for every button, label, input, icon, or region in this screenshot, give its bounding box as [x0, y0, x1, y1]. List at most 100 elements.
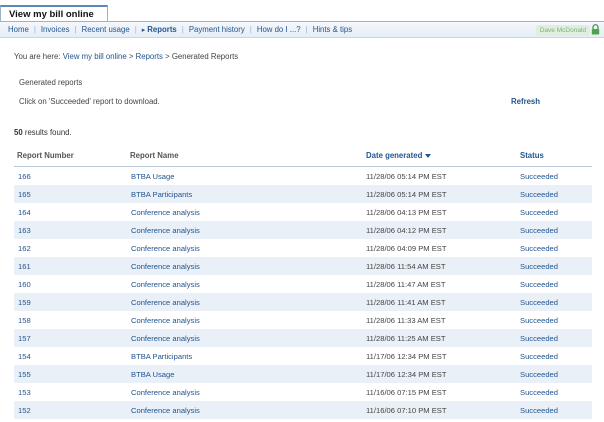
breadcrumb-separator: >	[128, 52, 134, 61]
refresh-link[interactable]: Refresh	[511, 97, 540, 106]
column-header-status: Status	[520, 151, 544, 160]
date-generated-cell: 11/16/06 07:15 PM EST	[366, 388, 447, 397]
lock-icon	[591, 24, 600, 35]
table-row: 152 Conference analysis 11/16/06 07:10 PM …	[14, 401, 592, 419]
user-name: Dave McDonald	[535, 25, 590, 36]
date-generated-cell: 11/17/06 12:34 PM EST	[366, 352, 447, 361]
breadcrumb-view-my-bill-online[interactable]: View my bill online	[63, 52, 127, 61]
report-name-cell[interactable]: BTBA Usage	[131, 370, 174, 379]
status-cell[interactable]: Succeeded	[520, 208, 558, 217]
status-cell[interactable]: Succeeded	[520, 172, 558, 181]
results-suffix: results found.	[24, 128, 72, 137]
status-cell[interactable]: Succeeded	[520, 406, 558, 415]
table-header: Report Number Report Name Date generated…	[14, 146, 592, 167]
table-row: 155 BTBA Usage 11/17/06 12:34 PM EST Succee…	[14, 365, 592, 383]
date-generated-cell: 11/28/06 11:33 AM EST	[366, 316, 446, 325]
table-row: 161 Conference analysis 11/28/06 11:54 AM …	[14, 257, 592, 275]
date-generated-cell: 11/28/06 11:25 AM EST	[366, 334, 446, 343]
status-cell[interactable]: Succeeded	[520, 190, 558, 199]
report-name-cell[interactable]: Conference analysis	[131, 208, 200, 217]
table-row: 166 BTBA Usage 11/28/06 05:14 PM EST Succee…	[14, 167, 592, 185]
breadcrumb: You are here: View my bill online > Repo…	[14, 52, 238, 61]
table-row: 154 BTBA Participants 11/17/06 12:34 PM ES…	[14, 347, 592, 365]
report-number-cell[interactable]: 164	[18, 208, 31, 217]
report-number-cell[interactable]: 163	[18, 226, 31, 235]
report-name-cell[interactable]: Conference analysis	[131, 388, 200, 397]
date-generated-cell: 11/28/06 11:41 AM EST	[366, 298, 446, 307]
nav-home[interactable]: Home	[6, 22, 34, 38]
top-bar: View my bill online	[0, 0, 604, 22]
report-number-cell[interactable]: 159	[18, 298, 31, 307]
table-row: 162 Conference analysis 11/28/06 04:09 PM …	[14, 239, 592, 257]
nav-reports[interactable]: Reports	[137, 22, 182, 38]
app-title-tab[interactable]: View my bill online	[0, 5, 108, 22]
column-header-date-generated[interactable]: Date generated	[366, 151, 432, 160]
sort-descending-icon	[425, 153, 432, 158]
nav-hints-tips[interactable]: Hints & tips	[308, 22, 357, 38]
date-generated-cell: 11/28/06 11:47 AM EST	[366, 280, 446, 289]
report-name-cell[interactable]: Conference analysis	[131, 280, 200, 289]
report-name-cell[interactable]: Conference analysis	[131, 334, 200, 343]
nav-invoices[interactable]: Invoices	[36, 22, 75, 38]
report-number-cell[interactable]: 161	[18, 262, 31, 271]
section-title: Generated reports	[19, 78, 83, 87]
table-row: 164 Conference analysis 11/28/06 04:13 PM …	[14, 203, 592, 221]
table-row: 153 Conference analysis 11/16/06 07:15 PM …	[14, 383, 592, 401]
table-row: 157 Conference analysis 11/28/06 11:25 AM …	[14, 329, 592, 347]
report-number-cell[interactable]: 153	[18, 388, 31, 397]
results-count: 50 results found.	[14, 128, 72, 137]
report-number-cell[interactable]: 166	[18, 172, 31, 181]
status-cell[interactable]: Succeeded	[520, 352, 558, 361]
report-name-cell[interactable]: Conference analysis	[131, 262, 200, 271]
nav-payment-history[interactable]: Payment history	[184, 22, 250, 38]
status-cell[interactable]: Succeeded	[520, 244, 558, 253]
main-nav: Home|Invoices|Recent usage|Reports|Payme…	[6, 22, 357, 38]
report-name-cell[interactable]: BTBA Participants	[131, 352, 192, 361]
status-cell[interactable]: Succeeded	[520, 370, 558, 379]
table-row: 163 Conference analysis 11/28/06 04:12 PM …	[14, 221, 592, 239]
breadcrumb-reports[interactable]: Reports	[136, 52, 163, 61]
status-cell[interactable]: Succeeded	[520, 226, 558, 235]
report-name-cell[interactable]: Conference analysis	[131, 226, 200, 235]
date-generated-cell: 11/28/06 11:54 AM EST	[366, 262, 446, 271]
report-name-cell[interactable]: Conference analysis	[131, 406, 200, 415]
date-generated-cell: 11/28/06 04:09 PM EST	[366, 244, 447, 253]
date-generated-cell: 11/16/06 07:10 PM EST	[366, 406, 447, 415]
report-number-cell[interactable]: 165	[18, 190, 31, 199]
report-name-cell[interactable]: Conference analysis	[131, 316, 200, 325]
status-cell[interactable]: Succeeded	[520, 298, 558, 307]
column-header-report-name: Report Name	[130, 151, 179, 160]
report-number-cell[interactable]: 162	[18, 244, 31, 253]
nav-recent-usage[interactable]: Recent usage	[77, 22, 135, 38]
status-cell[interactable]: Succeeded	[520, 334, 558, 343]
report-name-cell[interactable]: BTBA Participants	[131, 190, 192, 199]
date-generated-cell: 11/28/06 05:14 PM EST	[366, 172, 447, 181]
breadcrumb-prefix: You are here:	[14, 52, 61, 61]
report-number-cell[interactable]: 157	[18, 334, 31, 343]
nav-how-do-i[interactable]: How do I ...?	[252, 22, 306, 38]
nav-bar: Home|Invoices|Recent usage|Reports|Payme…	[0, 21, 604, 38]
table-row: 160 Conference analysis 11/28/06 11:47 AM …	[14, 275, 592, 293]
report-number-cell[interactable]: 160	[18, 280, 31, 289]
report-number-cell[interactable]: 158	[18, 316, 31, 325]
status-cell[interactable]: Succeeded	[520, 262, 558, 271]
status-cell[interactable]: Succeeded	[520, 388, 558, 397]
download-instruction: Click on 'Succeeded' report to download.	[19, 97, 160, 106]
report-name-cell[interactable]: BTBA Usage	[131, 172, 174, 181]
column-header-report-number: Report Number	[17, 151, 74, 160]
breadcrumb-current: Generated Reports	[171, 52, 239, 61]
date-generated-label: Date generated	[366, 151, 423, 160]
table-row: 165 BTBA Participants 11/28/06 05:14 PM ES…	[14, 185, 592, 203]
status-cell[interactable]: Succeeded	[520, 316, 558, 325]
date-generated-cell: 11/17/06 12:34 PM EST	[366, 370, 447, 379]
table-body: 166 BTBA Usage 11/28/06 05:14 PM EST Succee…	[14, 167, 592, 419]
report-number-cell[interactable]: 155	[18, 370, 31, 379]
report-number-cell[interactable]: 152	[18, 406, 31, 415]
report-name-cell[interactable]: Conference analysis	[131, 244, 200, 253]
report-number-cell[interactable]: 154	[18, 352, 31, 361]
results-number: 50	[14, 128, 23, 137]
report-name-cell[interactable]: Conference analysis	[131, 298, 200, 307]
table-row: 159 Conference analysis 11/28/06 11:41 AM …	[14, 293, 592, 311]
date-generated-cell: 11/28/06 05:14 PM EST	[366, 190, 447, 199]
status-cell[interactable]: Succeeded	[520, 280, 558, 289]
